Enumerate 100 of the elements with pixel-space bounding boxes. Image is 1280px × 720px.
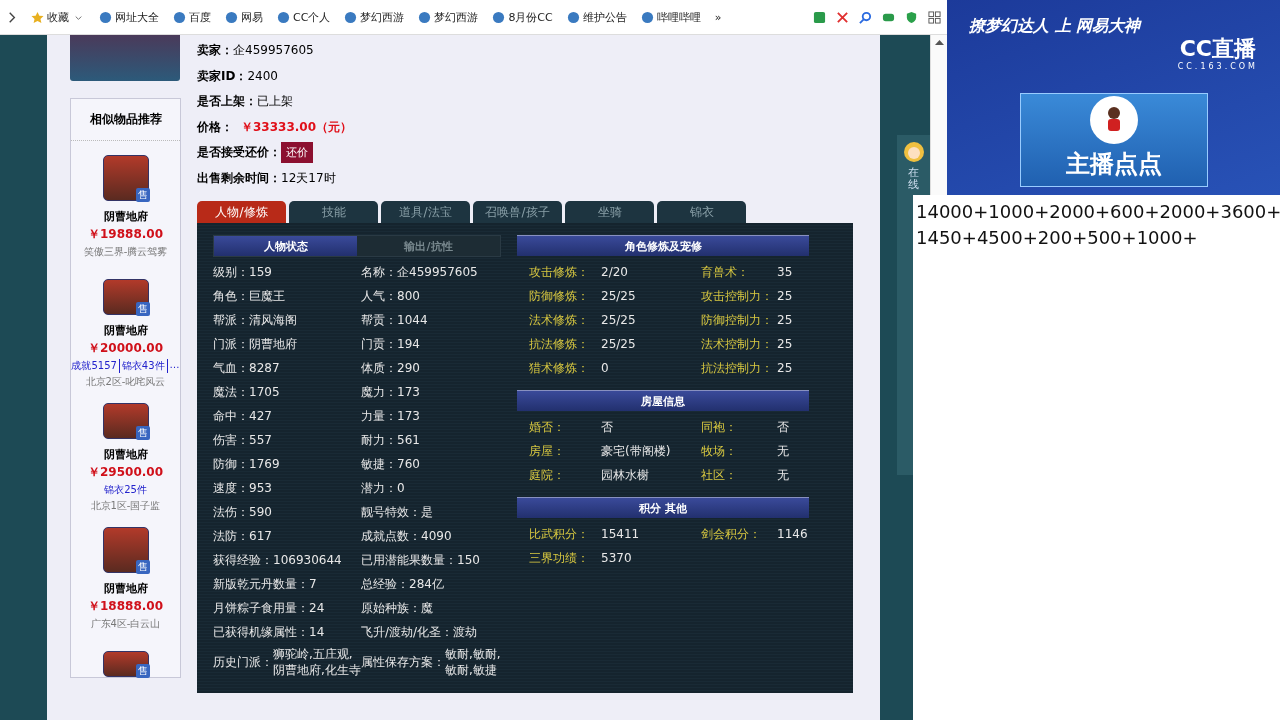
subtab[interactable]: 人物状态 <box>214 236 357 256</box>
stat-value: 1769 <box>249 457 280 473</box>
school-name[interactable]: 阴曹地府 <box>103 447 148 462</box>
tag-link[interactable]: 锦衣43件 <box>118 359 165 373</box>
tag-link[interactable]: … <box>166 359 180 373</box>
bookmark-link[interactable]: 8月份CC <box>490 7 555 27</box>
stat-label: 总经验： <box>361 577 409 593</box>
sale-badge: 售 <box>135 188 150 202</box>
thumbnail-placeholder[interactable]: 售 <box>102 527 149 573</box>
stat-value: 25 <box>777 336 794 353</box>
thumbnail-placeholder[interactable]: 售 <box>102 155 149 201</box>
note-line: 1450+4500+200+500+1000+ <box>916 225 1199 250</box>
stat-label: 已用潜能果数量： <box>361 553 457 569</box>
bookmark-link[interactable]: 哔哩哔哩 <box>638 7 703 27</box>
stat-label: 防御修炼： <box>529 287 590 305</box>
thumbnail-placeholder[interactable]: 售 <box>102 651 149 677</box>
bookmark-link[interactable]: 梦幻西游 <box>342 7 407 27</box>
stat-label: 牧场： <box>701 442 738 460</box>
stat-value: 园林水榭 <box>601 466 650 484</box>
shield-icon[interactable] <box>905 10 918 24</box>
stat-label: 速度： <box>213 481 249 497</box>
bookmark-link[interactable]: 收藏 <box>29 7 87 27</box>
stat-value: 5370 <box>601 550 633 567</box>
tab[interactable]: 召唤兽/孩子 <box>473 201 562 223</box>
stat-label: 潜力： <box>361 481 397 497</box>
bookmark-link[interactable]: 梦幻西游 <box>416 7 481 27</box>
grid-icon[interactable] <box>928 10 941 24</box>
bookmark-link[interactable]: CC个人 <box>275 7 333 27</box>
stat-value: 800 <box>397 289 420 305</box>
stat-value: 无 <box>777 466 790 484</box>
stat-value: 敏耐,敏耐,敏耐,敏捷 <box>445 647 501 679</box>
stat-value: 106930644 <box>273 553 342 569</box>
stat-value: 173 <box>397 409 420 425</box>
stat-value: 590 <box>249 505 272 521</box>
stat-value: 290 <box>397 361 420 377</box>
stat-label: 耐力： <box>361 433 397 449</box>
thumbnail-placeholder[interactable]: 售 <box>102 403 149 439</box>
stat-label: 体质： <box>361 361 397 377</box>
field-label: 卖家： <box>197 42 233 60</box>
tab[interactable]: 道具/法宝 <box>381 201 470 223</box>
stat-label: 成就点数： <box>361 529 421 545</box>
tab[interactable]: 人物/修炼 <box>197 201 286 223</box>
school-name[interactable]: 阴曹地府 <box>103 323 148 338</box>
tab[interactable]: 技能 <box>289 201 378 223</box>
more-bookmarks-button[interactable]: » <box>712 8 724 26</box>
stat-value: 173 <box>397 385 420 401</box>
search-icon[interactable] <box>859 10 872 24</box>
thumbnail-placeholder[interactable]: 售 <box>102 279 149 315</box>
stat-label: 角色： <box>213 289 249 305</box>
stat-value: 7 <box>309 577 317 593</box>
subtab[interactable]: 输出/抗性 <box>357 236 500 256</box>
site-icon <box>566 10 580 24</box>
stat-value: 0 <box>601 360 610 377</box>
scissors-icon[interactable] <box>836 10 849 24</box>
stat-label: 法防： <box>213 529 249 545</box>
avatar-icon <box>1089 96 1138 144</box>
scrollbar[interactable] <box>930 35 947 196</box>
stat-label: 月饼粽子食用量： <box>213 601 309 617</box>
school-name[interactable]: 阴曹地府 <box>103 581 148 596</box>
panel-title: 相似物品推荐 <box>71 99 180 141</box>
stat-value: 14 <box>309 625 325 641</box>
tab[interactable]: 锦衣 <box>657 201 746 223</box>
stat-value: 魔 <box>421 601 433 617</box>
stat-label: 命中： <box>213 409 249 425</box>
stat-value: 25/25 <box>601 288 637 305</box>
tab[interactable]: 坐骑 <box>565 201 654 223</box>
scroll-up-icon[interactable] <box>934 39 944 45</box>
stat-value: 150 <box>457 553 480 569</box>
stat-value: 24 <box>309 601 325 617</box>
bookmark-link[interactable]: 百度 <box>171 7 213 27</box>
stat-label: 已获得机缘属性： <box>213 625 309 641</box>
stat-value: 4090 <box>421 529 452 545</box>
stat-value: 渡劫 <box>453 625 478 641</box>
stat-value: 25 <box>777 360 794 377</box>
bookmark-link[interactable]: 网易 <box>223 7 265 27</box>
stat-value: 35 <box>777 264 794 281</box>
stat-label: 房屋： <box>529 442 566 460</box>
field-value: 2400 <box>247 69 278 84</box>
field-label: 卖家ID： <box>197 67 248 85</box>
bookmark-link[interactable]: 维护公告 <box>564 7 629 27</box>
stat-label: 法术控制力： <box>701 335 774 353</box>
price-text: ￥29500.00 <box>88 464 163 481</box>
tag-link[interactable]: 成就5157 <box>71 359 117 373</box>
price-text: ￥33333.00（元） <box>241 118 352 136</box>
bookmark-link[interactable]: 网址大全 <box>97 7 161 27</box>
counter-offer-button[interactable]: 还价 <box>281 142 313 164</box>
stat-label: 婚否： <box>529 418 566 436</box>
app-icon[interactable] <box>813 10 826 24</box>
stat-label: 靓号特效： <box>361 505 421 521</box>
stat-value: 否 <box>777 418 790 436</box>
stat-value: 159 <box>249 265 272 281</box>
stat-value: 8287 <box>249 361 280 377</box>
field-label: 价格： <box>197 118 233 136</box>
stat-label: 原始种族： <box>361 601 421 617</box>
avatar-icon[interactable] <box>902 141 925 163</box>
star-icon <box>31 10 44 24</box>
stat-label: 魔力： <box>361 385 397 401</box>
tag-link[interactable]: 锦衣25件 <box>104 483 147 497</box>
stat-label: 育兽术： <box>701 263 750 281</box>
school-name[interactable]: 阴曹地府 <box>103 209 148 224</box>
